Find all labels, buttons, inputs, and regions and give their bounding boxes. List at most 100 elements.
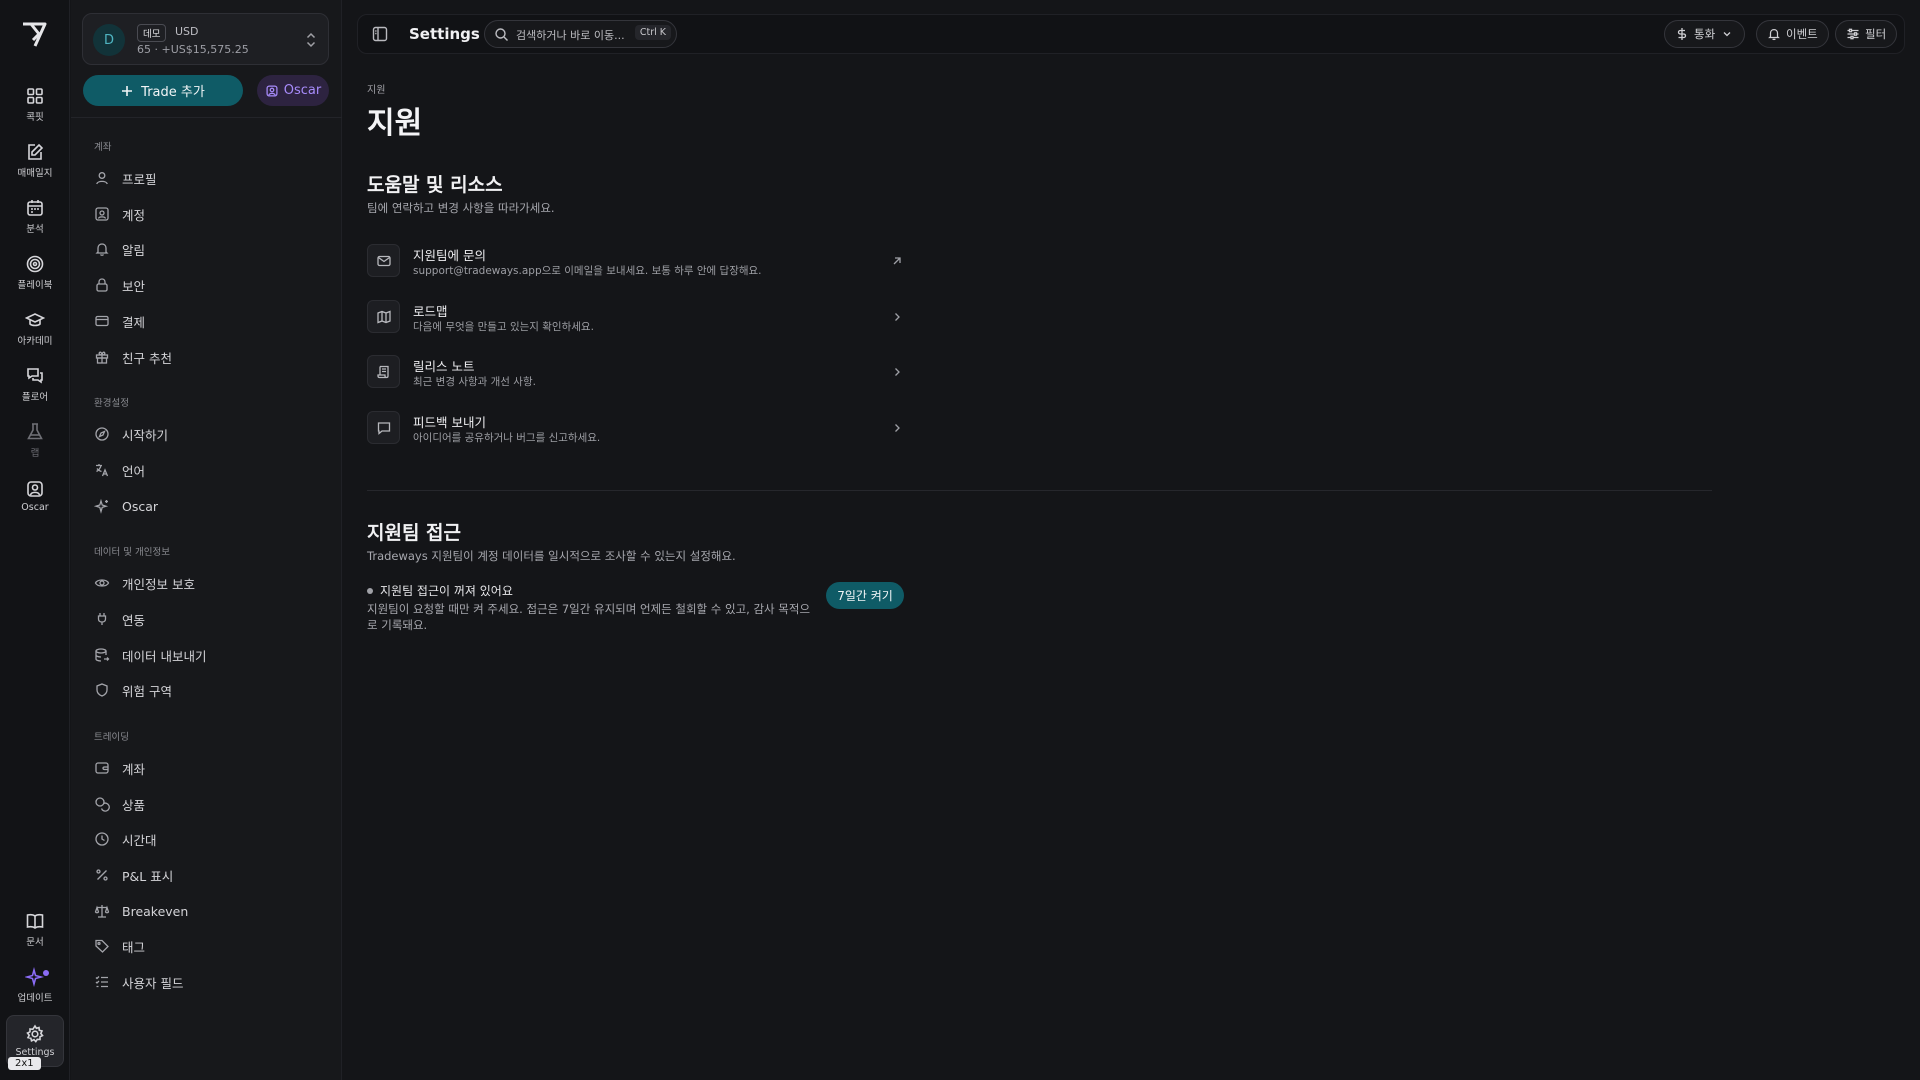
shield-icon <box>94 682 110 698</box>
sidebar-item-tags[interactable]: 태그 <box>94 932 330 960</box>
resource-desc: 아이디어를 공유하거나 버그를 신고하세요. <box>413 432 601 444</box>
rail-item-journal[interactable]: 매매일지 <box>6 136 64 184</box>
percent-icon <box>94 867 110 883</box>
status-text: 지원팀 접근이 꺼져 있어요 <box>380 584 513 598</box>
rail-label: 문서 <box>26 936 44 948</box>
rail-label: 아카데미 <box>17 335 53 347</box>
currency-dropdown[interactable]: 통화 <box>1664 20 1746 48</box>
chevron-right-icon <box>890 310 904 324</box>
rail-item-analysis[interactable]: 분석 <box>6 192 64 240</box>
resource-title: 지원팀에 문의 <box>413 248 486 263</box>
sidebar-item-profile[interactable]: 프로필 <box>94 164 330 192</box>
target-icon <box>25 254 45 274</box>
events-button[interactable]: 이벤트 <box>1756 20 1829 48</box>
breadcrumb: 지원 <box>367 85 386 96</box>
sidebar-item-label: 보안 <box>122 278 146 294</box>
resource-title: 피드백 보내기 <box>413 415 486 430</box>
sidebar-item-security[interactable]: 보안 <box>94 271 330 299</box>
gift-icon <box>94 349 110 365</box>
database-export-icon <box>94 647 110 663</box>
rail-item-floor[interactable]: 플로어 <box>6 360 64 408</box>
resource-contact-support[interactable]: 지원팀에 문의 support@tradeways.app으로 이메일을 보내세… <box>367 244 904 280</box>
sidebar-item-language[interactable]: 언어 <box>94 456 330 484</box>
support-access-status: 지원팀 접근이 꺼져 있어요 <box>367 582 513 599</box>
sidebar-item-account[interactable]: 계정 <box>94 200 330 228</box>
page-title: Settings <box>409 25 480 43</box>
resource-roadmap[interactable]: 로드맵 다음에 무엇을 만들고 있는지 확인하세요. <box>367 300 904 336</box>
bell-icon <box>1767 27 1781 41</box>
section-title-support-access: 지원팀 접근 <box>367 522 462 544</box>
resource-release-notes[interactable]: 릴리스 노트 최근 변경 사항과 개선 사항. <box>367 355 904 391</box>
tradeways-logo[interactable] <box>19 18 51 50</box>
bell-icon <box>94 241 110 257</box>
size-badge: 2x1 <box>8 1057 41 1070</box>
book-icon <box>25 911 45 931</box>
chevron-down-icon <box>1720 27 1734 41</box>
section-heading-preferences: 환경설정 <box>94 398 129 409</box>
sidebar-item-label: 연동 <box>122 612 146 628</box>
wallet-icon <box>94 760 110 776</box>
grid-icon <box>25 86 45 106</box>
sidebar-item-privacy[interactable]: 개인정보 보호 <box>94 569 330 597</box>
mail-icon <box>367 244 400 277</box>
sidebar-item-billing[interactable]: 결제 <box>94 307 330 335</box>
resource-send-feedback[interactable]: 피드백 보내기 아이디어를 공유하거나 버그를 신고하세요. <box>367 411 904 447</box>
lock-icon <box>94 277 110 293</box>
rail-item-updates[interactable]: 업데이트 <box>6 961 64 1009</box>
sidebar-item-label: 계좌 <box>122 761 146 777</box>
rail-item-cockpit[interactable]: 콕핏 <box>6 80 64 128</box>
sidebar-item-label: 언어 <box>122 463 146 479</box>
sidebar-item-oscar[interactable]: Oscar <box>94 492 330 520</box>
sidebar-toggle-icon[interactable] <box>371 25 389 43</box>
coins-icon <box>94 796 110 812</box>
rail-item-playbook[interactable]: 플레이북 <box>6 248 64 296</box>
section-heading-data-privacy: 데이터 및 개인정보 <box>94 547 170 558</box>
filter-button[interactable]: 필터 <box>1835 20 1898 48</box>
sidebar-item-referral[interactable]: 친구 추천 <box>94 343 330 371</box>
app-rail: 콕핏 매매일지 분석 플레이북 아카데미 플로어 랩 Oscar 문서 업데이트… <box>0 0 70 1080</box>
search-placeholder: 검색하거나 바로 이동... <box>516 29 625 42</box>
sidebar-item-label: P&L 표시 <box>122 868 174 884</box>
sidebar-item-instruments[interactable]: 상품 <box>94 790 330 818</box>
oscar-button[interactable]: Oscar <box>257 75 329 106</box>
account-avatar: D <box>93 24 125 56</box>
support-access-description: 지원팀이 요청할 때만 켜 주세요. 접근은 7일간 유지되며 언제든 철회할 … <box>367 602 811 632</box>
resource-desc: 최근 변경 사항과 개선 사항. <box>413 376 536 388</box>
scale-icon <box>94 903 110 919</box>
rail-label: 분석 <box>26 223 44 235</box>
chevron-right-icon <box>890 421 904 435</box>
account-currency: USD <box>175 25 199 38</box>
sidebar-item-pnl-display[interactable]: P&L 표시 <box>94 861 330 889</box>
rail-label: 플레이북 <box>17 279 53 291</box>
section-subtitle-help: 팀에 연락하고 변경 사항을 따라가세요. <box>367 201 555 215</box>
oscar-button-label: Oscar <box>283 83 322 98</box>
sidebar-item-integrations[interactable]: 연동 <box>94 605 330 633</box>
account-switcher[interactable]: D 데모 USD 65 · +US$15,575.25 <box>82 13 329 65</box>
search-icon <box>494 27 509 42</box>
sidebar-item-getting-started[interactable]: 시작하기 <box>94 420 330 448</box>
sidebar-item-label: Oscar <box>122 498 159 514</box>
rail-item-oscar[interactable]: Oscar <box>6 472 64 520</box>
resource-title: 릴리스 노트 <box>413 359 475 374</box>
enable-support-access-button[interactable]: 7일간 켜기 <box>826 582 904 609</box>
external-link-icon <box>890 254 904 268</box>
add-trade-button[interactable]: Trade 추가 <box>83 75 243 106</box>
section-heading-account: 계좌 <box>94 142 112 153</box>
page-heading: 지원 <box>367 106 423 141</box>
rail-item-lab[interactable]: 랩 <box>6 416 64 464</box>
sidebar-divider <box>71 117 342 118</box>
sidebar-item-accounts[interactable]: 계좌 <box>94 754 330 782</box>
sidebar-item-data-export[interactable]: 데이터 내보내기 <box>94 641 330 669</box>
sidebar-item-notifications[interactable]: 알림 <box>94 235 330 263</box>
rail-label: 업데이트 <box>17 992 53 1004</box>
journal-edit-icon <box>25 142 45 162</box>
sidebar-item-breakeven[interactable]: Breakeven <box>94 897 330 925</box>
rail-item-docs[interactable]: 문서 <box>6 905 64 953</box>
graduation-cap-icon <box>25 310 45 330</box>
rail-item-academy[interactable]: 아카데미 <box>6 304 64 352</box>
sidebar-item-custom-fields[interactable]: 사용자 필드 <box>94 968 330 996</box>
sidebar-item-danger-zone[interactable]: 위험 구역 <box>94 676 330 704</box>
search-input[interactable]: 검색하거나 바로 이동... Ctrl K <box>484 20 677 48</box>
sidebar-item-timezone[interactable]: 시간대 <box>94 825 330 853</box>
calendar-icon <box>25 198 45 218</box>
